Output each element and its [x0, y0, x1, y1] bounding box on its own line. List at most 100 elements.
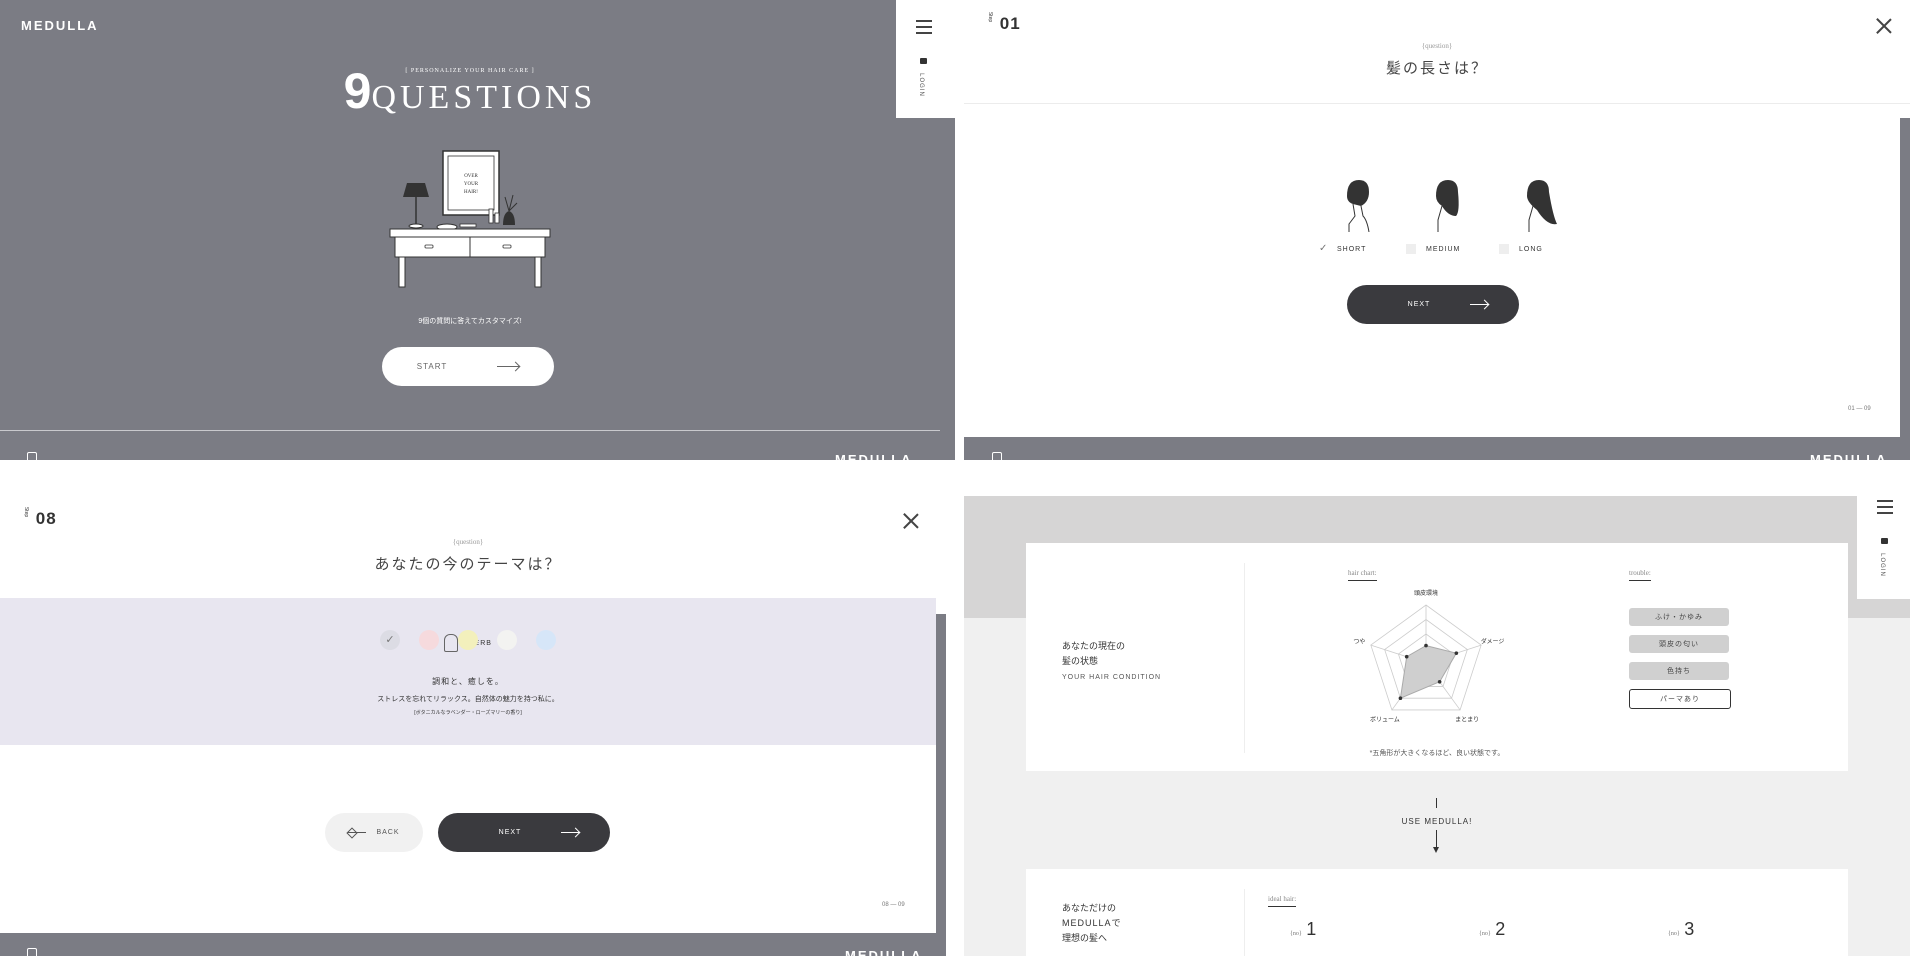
start-button[interactable]: START — [382, 347, 554, 386]
ideal-prefix: {no} — [1290, 931, 1302, 937]
trouble-tag-scalp-odor[interactable]: 頭皮の匂い — [1629, 635, 1729, 653]
ideal-item-2[interactable]: {no} 2 — [1479, 919, 1505, 940]
instagram-icon[interactable] — [992, 452, 1002, 460]
login-link[interactable]: LOGIN — [918, 73, 924, 97]
side-nav: LOGIN — [896, 0, 955, 118]
page-title: 9QUESTIONS — [260, 62, 680, 120]
chart-note: *五角形が大きくなるほど、良い状態です。 — [1369, 750, 1505, 757]
lock-icon — [920, 58, 927, 64]
question-text: 髪の長さは？ — [1385, 60, 1488, 77]
back-button[interactable]: BACK — [325, 813, 423, 852]
card-divider — [1244, 563, 1245, 753]
ideal-item-1[interactable]: {no} 1 — [1290, 919, 1316, 940]
swatch-white[interactable] — [497, 630, 517, 650]
use-label: USE MEDULLA! — [1401, 817, 1473, 826]
instagram-icon[interactable] — [27, 948, 37, 956]
ideal-prefix: {no} — [1668, 931, 1680, 937]
title-number: 9 — [343, 63, 372, 119]
theme-description: ストレスを忘れてリラックス。自然体の魅力を持つ私に。 — [377, 696, 559, 703]
close-icon[interactable] — [1876, 18, 1892, 34]
swatch-pink[interactable] — [419, 630, 439, 650]
question-label: {question} — [452, 538, 484, 546]
hair-radar-chart: 頭皮環境ダメージまとまり ボリューム つや — [1353, 589, 1505, 724]
arrow-right-icon — [497, 366, 520, 367]
next-button[interactable]: NEXT — [1347, 285, 1519, 324]
lock-icon — [1881, 538, 1888, 544]
trouble-tag-dandruff[interactable]: ふけ・かゆみ — [1629, 608, 1729, 626]
radar-axis-label: ダメージ — [1481, 637, 1505, 645]
use-arrow-top — [1436, 798, 1437, 808]
medulla-logo[interactable]: MEDULLA — [21, 18, 99, 33]
theme-heading: 調和と、癒しを。 — [432, 677, 504, 686]
option-long[interactable]: LONG — [1499, 176, 1589, 261]
swatch-blue[interactable] — [536, 630, 556, 650]
ideal-number: 1 — [1306, 919, 1317, 939]
ideal-number: 2 — [1495, 919, 1506, 939]
swatch-yellow[interactable] — [458, 630, 478, 650]
dresser-illustration: OVER YOUR HAIR! — [389, 150, 551, 288]
long-hair-icon — [1527, 180, 1557, 232]
header-divider — [964, 103, 1910, 104]
footer-bar: MEDULLA — [964, 437, 1910, 460]
long-checkbox[interactable] — [1499, 244, 1509, 254]
radar-point — [1404, 654, 1409, 659]
ideal-item-3[interactable]: {no} 3 — [1668, 919, 1694, 940]
trouble-tag-color[interactable]: 色持ち — [1629, 662, 1729, 680]
arrow-left-icon — [348, 832, 367, 833]
footer-logo: MEDULLA — [1810, 452, 1888, 460]
trouble-tag-perm[interactable]: パーマあり — [1629, 689, 1731, 709]
mirror-text-3: HAIR! — [464, 190, 478, 195]
scrollbar-track[interactable] — [1900, 118, 1910, 438]
footer-bar: MEDULLA — [0, 933, 946, 956]
question-label: {question} — [1421, 42, 1453, 50]
radar-axis-label: ボリューム — [1370, 716, 1400, 724]
back-label: BACK — [376, 829, 400, 836]
ideal-title-1: あなただけの — [1062, 903, 1117, 913]
long-label: LONG — [1519, 246, 1543, 253]
close-icon[interactable] — [903, 513, 919, 529]
next-label: NEXT — [1407, 301, 1431, 308]
option-short[interactable]: ✓ SHORT — [1319, 176, 1399, 261]
condition-en: YOUR HAIR CONDITION — [1062, 674, 1162, 681]
radar-axis-label: つや — [1353, 637, 1365, 645]
menu-icon[interactable] — [916, 20, 932, 34]
medium-checkbox[interactable] — [1406, 244, 1416, 254]
herb-icon — [444, 634, 459, 652]
step-indicator: Step 08 — [21, 506, 57, 529]
trouble-label: trouble: — [1629, 569, 1651, 581]
arrow-down-head — [1433, 847, 1439, 853]
arrow-right-icon — [561, 832, 580, 833]
instagram-icon[interactable] — [27, 452, 37, 460]
ideal-prefix: {no} — [1479, 931, 1491, 937]
radar-axis-label: 頭皮環境 — [1414, 589, 1438, 597]
short-checkbox[interactable]: ✓ — [1319, 244, 1329, 254]
side-nav: LOGIN — [1857, 496, 1910, 599]
question-text: あなたの今のテーマは？ — [374, 556, 562, 573]
start-subtitle: 9個の質問に答えてカスタマイズ! — [418, 318, 522, 325]
arrow-right-icon — [1470, 304, 1489, 305]
card-divider — [1244, 889, 1245, 956]
swatch-lavender[interactable]: ✓ — [380, 630, 400, 650]
condition-title-1: あなたの現在の — [1062, 641, 1126, 651]
ideal-title-3: 理想の髪へ — [1062, 933, 1108, 943]
step-number: 01 — [999, 14, 1021, 33]
theme-note: [ボタニカルなラベンダー・ローズマリーの香り] — [414, 710, 522, 716]
medium-hair-icon — [1436, 180, 1459, 232]
step-prefix: Step — [987, 11, 994, 23]
start-screen: MEDULLA LOGIN [ PERSONALIZE YOUR HAIR CA… — [0, 0, 955, 460]
step-prefix: Step — [23, 506, 30, 518]
radar-point — [1398, 696, 1403, 700]
login-link[interactable]: LOGIN — [1879, 553, 1885, 577]
ideal-hair-card: あなただけの MEDULLAで 理想の髪へ ideal hair: {no} 1… — [1026, 869, 1848, 956]
radar-point — [1424, 643, 1428, 648]
option-medium[interactable]: MEDIUM — [1406, 176, 1496, 261]
step-indicator: Step 01 — [985, 11, 1021, 34]
mirror-text-2: YOUR — [464, 182, 479, 187]
scrollbar-track[interactable] — [936, 614, 946, 934]
menu-icon[interactable] — [1877, 500, 1893, 514]
title-word: QUESTIONS — [371, 79, 597, 116]
next-button[interactable]: NEXT — [438, 813, 610, 852]
hair-condition-card: あなたの現在の 髪の状態 YOUR HAIR CONDITION hair ch… — [1026, 543, 1848, 771]
ideal-hair-label: ideal hair: — [1268, 895, 1297, 907]
ideal-number: 3 — [1684, 919, 1695, 939]
